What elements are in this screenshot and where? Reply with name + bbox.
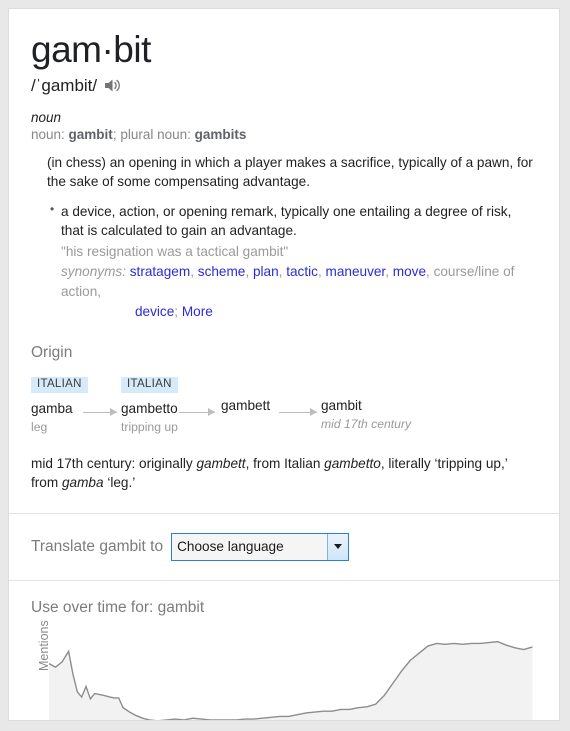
badge-spacer <box>221 374 270 390</box>
more-link[interactable]: More <box>182 304 213 319</box>
synonym-device-link[interactable]: device <box>135 304 174 319</box>
origin-italic-term: gambett <box>196 455 246 471</box>
page-title: gam·bit <box>31 29 151 70</box>
synonym-link[interactable]: stratagem <box>130 264 190 279</box>
synonym-link[interactable]: maneuver <box>326 264 386 279</box>
translate-label: Translate gambit to <box>31 537 164 555</box>
synonym-link[interactable]: move <box>393 264 426 279</box>
language-select[interactable]: Choose language <box>171 532 350 561</box>
etymology-node: gambett <box>221 374 270 413</box>
etymology-word: gamba <box>31 401 73 417</box>
arrow-icon <box>179 407 215 417</box>
origin-text-run: ‘leg.’ <box>103 475 136 491</box>
badge-spacer <box>321 374 411 390</box>
definition-primary: (in chess) an opening in which a player … <box>47 154 533 189</box>
usage-example: "his resignation was a tactical gambit" <box>61 243 289 259</box>
etymology-chain: ITALIAN gamba leg ITALIAN gambetto tripping u… <box>31 374 537 440</box>
language-badge: ITALIAN <box>121 376 178 394</box>
origin-text-run: mid 17th century: originally <box>31 455 197 471</box>
etymology-word: gambetto <box>121 401 178 417</box>
usage-chart-section: Use over time for: gambit Mentions 18001… <box>9 598 559 720</box>
origin-italic-term: gambetto <box>324 455 381 471</box>
synonyms-label: synonyms: <box>61 264 126 280</box>
synonym-link[interactable]: tactic <box>286 264 318 279</box>
arrow-icon <box>83 407 117 417</box>
language-select-value: Choose language <box>177 539 284 555</box>
word-forms: noun: gambit; plural noun: gambits <box>31 127 537 142</box>
definition-secondary: a device, action, or opening remark, typ… <box>61 204 512 239</box>
origin-heading: Origin <box>31 343 73 361</box>
usage-chart: Mentions 18001850190019502010 <box>31 620 537 720</box>
senses-list: (in chess) an opening in which a player … <box>31 153 537 322</box>
chart-title: Use over time for: gambit <box>31 598 205 616</box>
etymology-gloss: leg <box>31 420 48 435</box>
etymology-word: gambett <box>221 397 271 413</box>
translate-section: Translate gambit to Choose language <box>9 514 559 580</box>
part-of-speech: noun <box>31 109 62 125</box>
synonyms-separator: , <box>190 264 198 280</box>
speaker-icon[interactable] <box>104 78 121 93</box>
etymology-word: gambit <box>321 397 362 413</box>
list-item: a device, action, or opening remark, typ… <box>50 201 537 322</box>
definition-section: gam·bit /ˈgambit/ noun noun: gambit; plu… <box>9 9 559 513</box>
origin-italic-term: gamba <box>61 475 104 491</box>
chevron-down-icon[interactable] <box>327 533 349 560</box>
dictionary-card: gam·bit /ˈgambit/ noun noun: gambit; plu… <box>8 8 560 721</box>
language-badge: ITALIAN <box>31 376 88 394</box>
synonym-link[interactable]: plan <box>253 264 279 279</box>
synonyms-more-row: device; More <box>61 302 537 322</box>
pronunciation-row: /ˈgambit/ <box>31 76 537 96</box>
section-divider-2 <box>9 579 559 581</box>
origin-paragraph: mid 17th century: originally gambett, fr… <box>31 454 537 513</box>
etymology-node: ITALIAN gambetto tripping up <box>121 374 178 435</box>
synonyms-separator: ; <box>174 303 179 319</box>
chart-area-fill <box>49 641 533 720</box>
synonyms-separator: , <box>245 264 253 280</box>
synonyms-links: stratagem, scheme, plan, tactic, maneuve… <box>130 264 434 279</box>
etymology-node: ITALIAN gamba leg <box>31 374 88 435</box>
synonyms-separator: , <box>385 264 393 280</box>
origin-text-run: , from Italian <box>245 455 325 471</box>
phonetic-transcription: /ˈgambit/ <box>31 75 98 95</box>
chart-ylabel: Mentions <box>37 620 51 671</box>
synonyms-separator: , <box>426 264 434 280</box>
etymology-gloss: mid 17th century <box>321 416 412 431</box>
arrow-icon <box>279 407 317 417</box>
forms-mid: ; plural noun: <box>112 126 195 142</box>
forms-plural: gambits <box>194 126 247 142</box>
synonyms-separator: , <box>317 264 326 280</box>
etymology-node: gambit mid 17th century <box>321 374 411 431</box>
sub-senses-list: a device, action, or opening remark, typ… <box>47 201 537 322</box>
translate-row: Translate gambit to Choose language <box>31 514 537 580</box>
etymology-gloss: tripping up <box>121 420 178 435</box>
chart-plot-area <box>48 640 533 720</box>
synonym-link[interactable]: scheme <box>198 264 246 279</box>
forms-singular: gambit <box>68 126 113 142</box>
synonyms-line: synonyms: stratagem, scheme, plan, tacti… <box>61 262 537 301</box>
forms-prefix: noun: <box>31 126 69 142</box>
